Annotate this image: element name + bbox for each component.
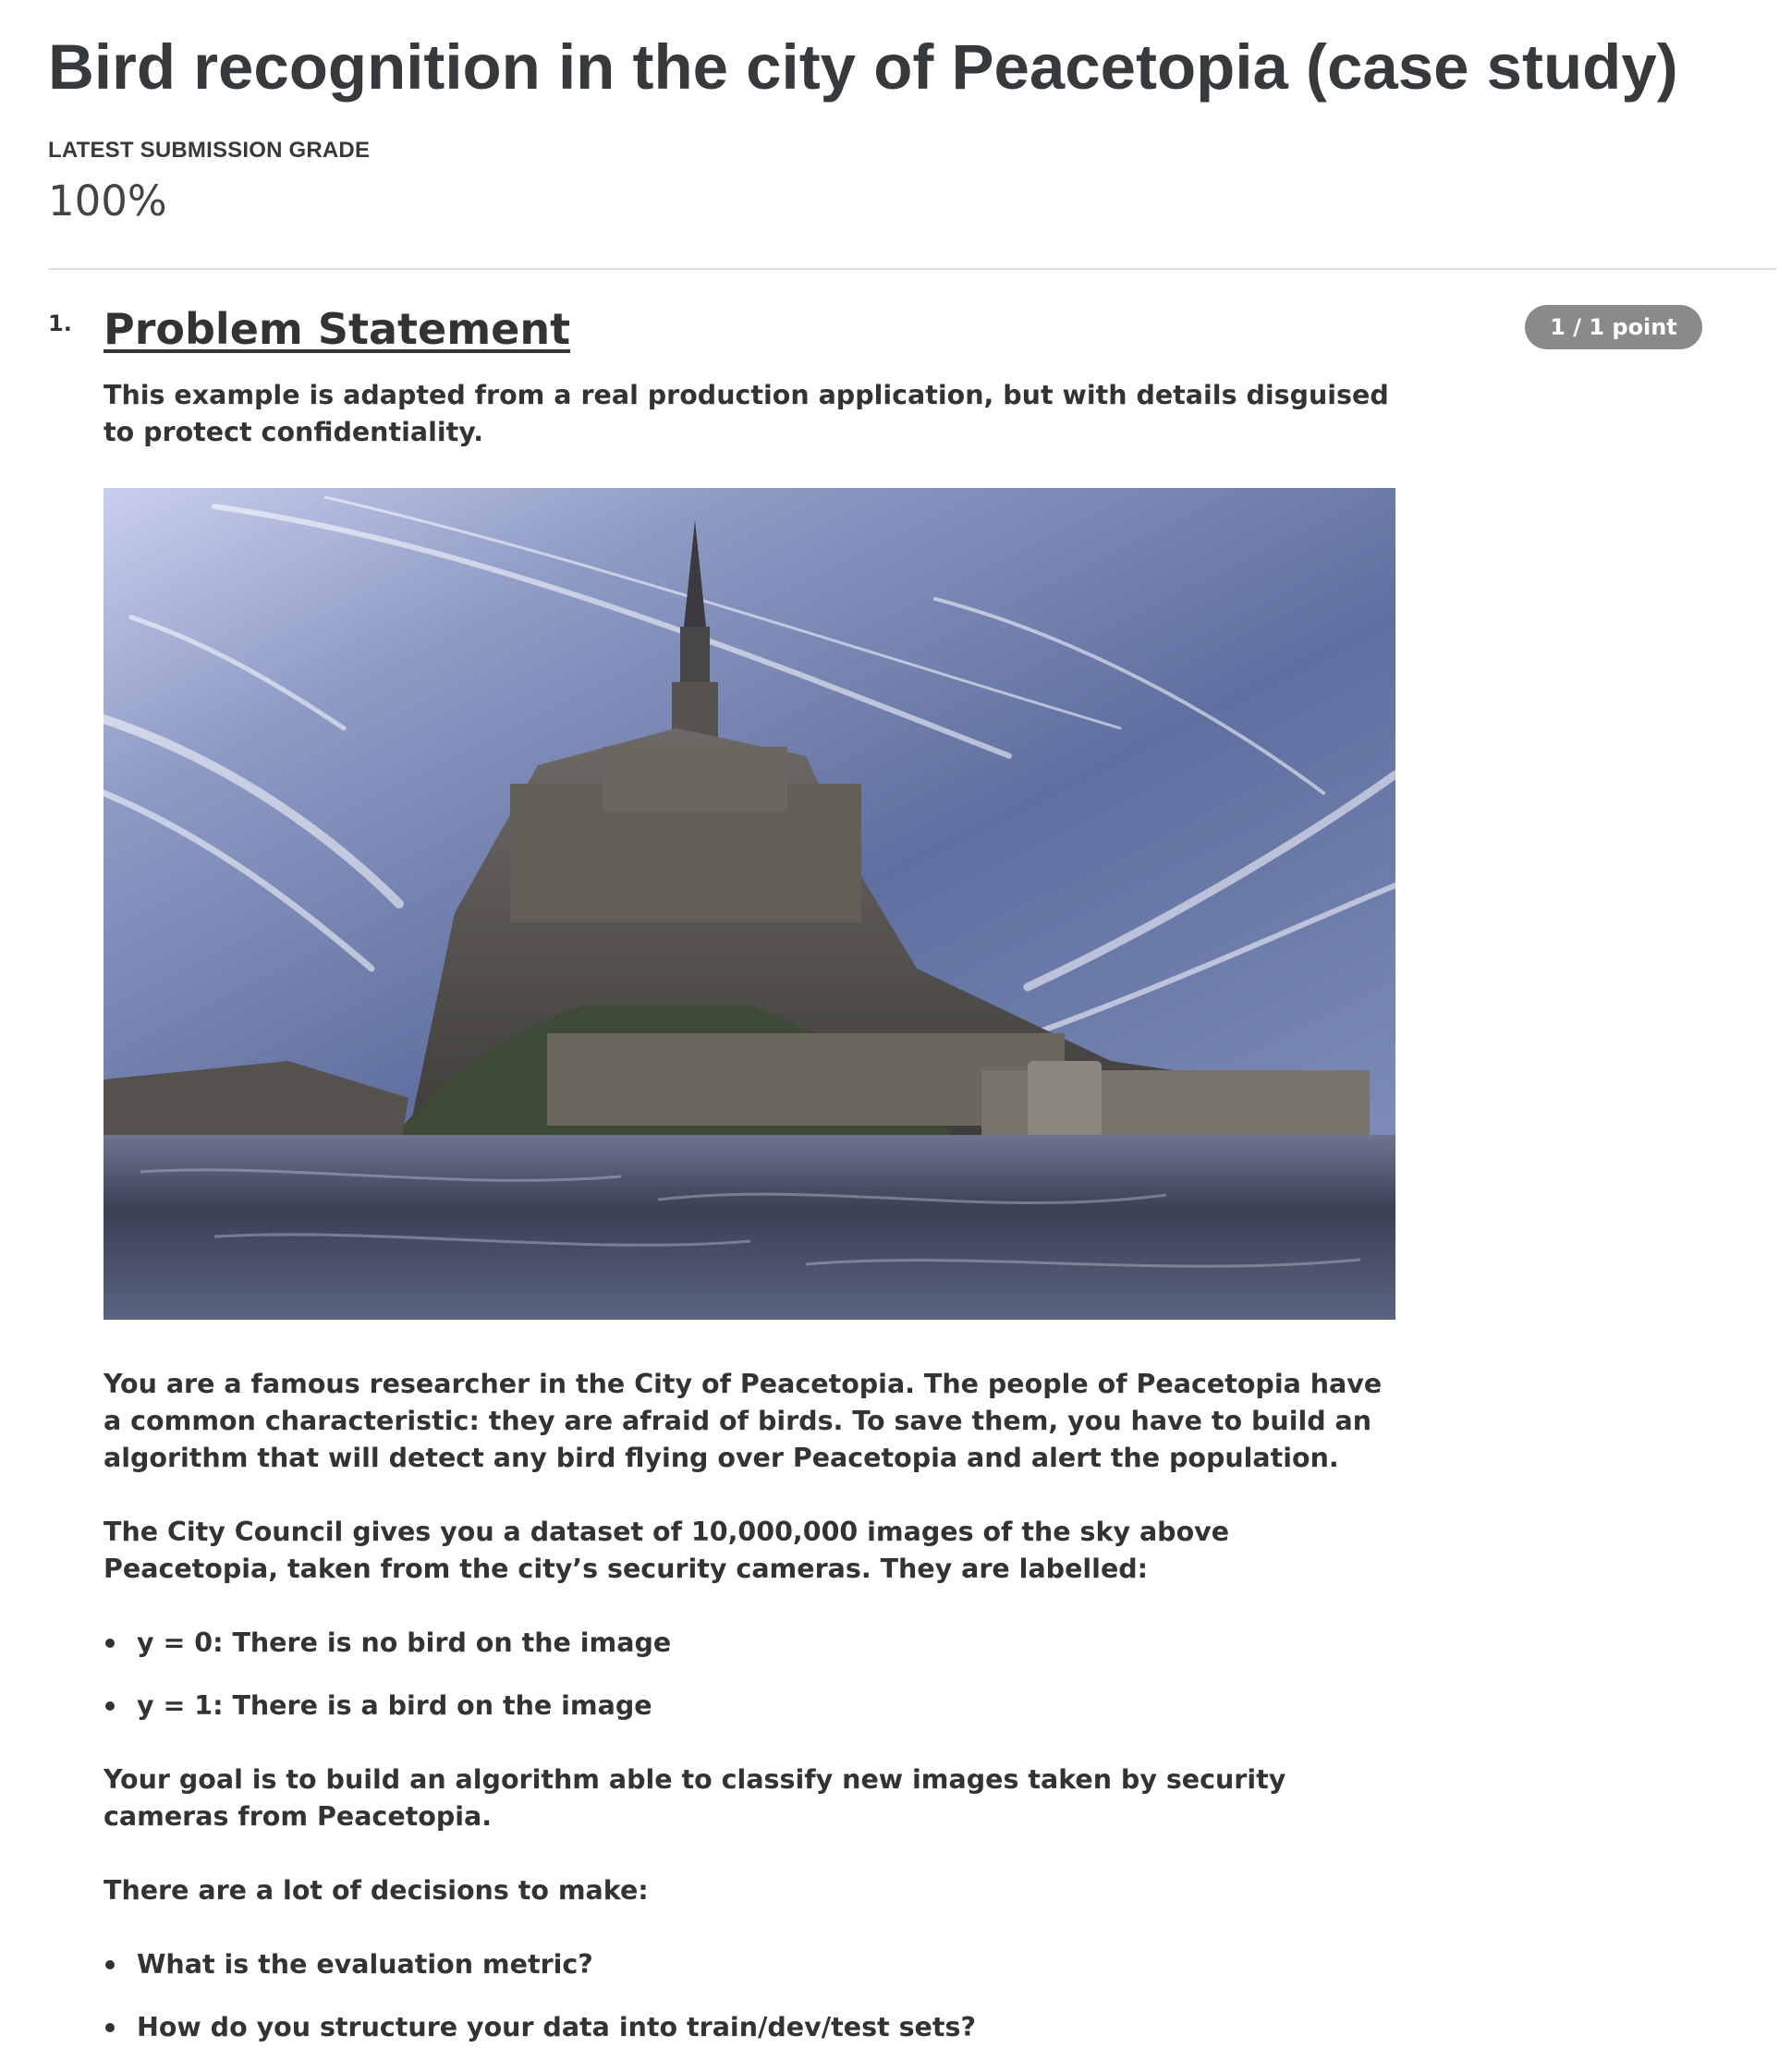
grade-label: LATEST SUBMISSION GRADE xyxy=(48,138,371,163)
points-badge: 1 / 1 point xyxy=(1525,305,1702,349)
list-item: How do you structure your data into trai… xyxy=(104,2009,1397,2046)
list-item: What is the evaluation metric? xyxy=(104,1946,1397,1983)
castle-island-photo xyxy=(104,488,1395,1320)
paragraph-2: The City Council gives you a dataset of … xyxy=(104,1517,1230,1584)
divider xyxy=(48,268,1776,270)
paragraph-4: There are a lot of decisions to make: xyxy=(104,1875,649,1906)
label-list: y = 0: There is no bird on the image y =… xyxy=(104,1625,1397,1725)
decision-list: What is the evaluation metric? How do yo… xyxy=(104,1946,1397,2046)
page-title: Bird recognition in the city of Peacetop… xyxy=(48,31,1678,103)
question-body: This example is adapted from a real prod… xyxy=(104,377,1397,2046)
list-item: y = 0: There is no bird on the image xyxy=(104,1625,1397,1662)
grade-value: 100% xyxy=(48,177,167,225)
list-item: y = 1: There is a bird on the image xyxy=(104,1688,1397,1725)
paragraph-3: Your goal is to build an algorithm able … xyxy=(104,1764,1286,1832)
paragraph-1: You are a famous researcher in the City … xyxy=(104,1369,1383,1473)
question-number: 1. xyxy=(48,311,72,336)
question-title: Problem Statement xyxy=(104,304,571,354)
intro-text: This example is adapted from a real prod… xyxy=(104,380,1389,447)
